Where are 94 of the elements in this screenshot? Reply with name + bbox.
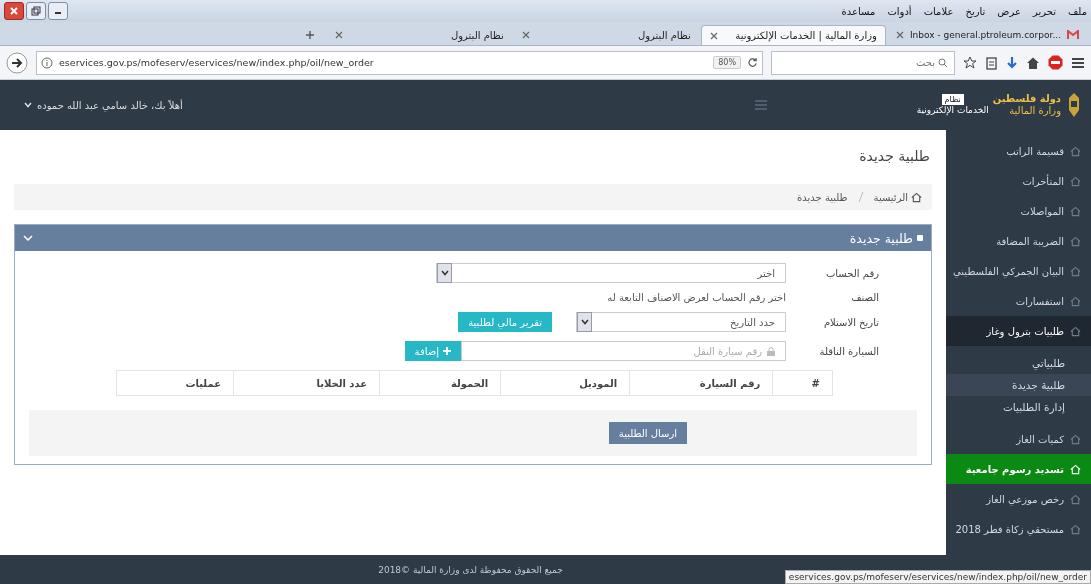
menu-item[interactable]: ملف [1067,5,1087,17]
star-icon[interactable] [963,55,977,70]
home-icon [911,191,922,203]
home-icon [1070,463,1081,475]
dropdown-icon [580,319,589,325]
submit-button[interactable]: ارسال الطلبية [608,422,687,444]
sidebar-item[interactable]: الضريبة المضافة [946,226,1091,256]
minimize-button[interactable] [48,2,68,20]
stop-sign-icon[interactable] [1048,55,1063,70]
menu-item[interactable]: تحرير [1032,5,1056,17]
menu-icon[interactable] [1071,56,1085,69]
field-label: السيارة الناقلة [818,345,879,357]
url-field[interactable]: eservices.gov.ps/mofeserv/eservices/new/index.php/oil/new_order [59,57,708,68]
status-url: eservices.gov.ps/mofeserv/eservices/new/index.php/oil/new_order [784,570,1091,584]
home-icon[interactable] [1026,55,1040,70]
dropdown-icon [440,270,449,276]
hint-text: اختر رقم الحساب لعرض الاصناف التابعة له [607,292,786,303]
sidebar-item[interactable]: البيان الجمركي الفلسطيني [946,256,1091,286]
browser-tab[interactable]: نظام البترول [513,25,699,45]
info-icon[interactable] [41,56,53,69]
search-field[interactable]: بحث [771,50,955,75]
logo-text: وزارة المالية [1008,105,1061,117]
field-label: تاريخ الاستلام [822,316,879,328]
sidebar-item[interactable]: تسديد رسوم جامعية [946,454,1091,484]
search-icon [938,57,948,68]
new-tab-icon[interactable] [304,30,315,40]
sidebar-item[interactable]: استفسارات [946,286,1091,316]
restore-button[interactable] [26,2,46,20]
restore-icon [31,6,41,16]
plus-icon [443,347,451,355]
menu-item[interactable]: عرض [997,5,1021,17]
download-icon[interactable] [1006,55,1018,70]
home-icon [1070,325,1081,337]
sidebar-subitem[interactable]: إدارة الطلبيات [946,396,1091,418]
browser-tab[interactable]: نظام البترول [326,25,512,45]
logo-text: دولة فلسطين [992,93,1061,105]
column-header: # [772,370,833,396]
square-icon [917,235,923,241]
home-icon [1070,295,1081,307]
sidebar-item[interactable]: طلبيات بترول وغاز [946,316,1091,346]
column-header: الموديل [500,370,630,396]
mail-icon [1067,30,1079,40]
browser-tab[interactable]: Inbox - general.ptroleum.corpor... [887,25,1087,45]
close-button[interactable] [4,2,24,20]
home-icon [1070,433,1081,445]
sidebar-item[interactable]: المواصلات [946,196,1091,226]
home-icon [1070,493,1081,505]
sidebar-subitem[interactable]: طلبياتي [946,352,1091,374]
sidebar-item[interactable]: قسيمة الراتب [946,136,1091,166]
close-icon [9,6,19,16]
chevron-icon[interactable] [23,234,33,242]
close-icon[interactable] [895,31,904,39]
reload-icon[interactable] [747,57,758,68]
breadcrumb-link[interactable]: الرئيسية [873,191,922,203]
column-header: الحمولة [379,370,501,396]
logo-subtitle: الخدمات الإلكترونية [916,105,989,116]
back-icon[interactable] [6,51,28,74]
browser-tab[interactable]: وزارة المالية | الخدمات الإلكترونية [700,25,886,45]
home-icon [1070,175,1081,187]
close-icon[interactable] [334,31,343,39]
column-header: عدد الخلايا [233,370,380,396]
close-icon[interactable] [709,31,718,40]
sidebar-subitem[interactable]: طلبية جديدة [946,374,1091,396]
home-icon [1070,265,1081,277]
close-icon[interactable] [521,31,530,39]
home-icon [1070,523,1081,535]
select-field[interactable]: حدد التاريخ [576,312,786,332]
sidebar-item[interactable]: رخص موزعي الغاز [946,484,1091,514]
menu-item[interactable]: مساعدة [841,5,876,17]
menu-item[interactable]: أدوات [887,5,912,17]
menu-item[interactable]: تاريخ [965,5,986,17]
user-greeting[interactable]: أهلاً بك، خالد سامي عبد الله حموده [37,99,183,111]
home-icon [1070,145,1081,157]
sidebar-item[interactable]: كميات الغاز [946,424,1091,454]
sidebar-item[interactable]: مستحقي زكاة فطر 2018 [946,514,1091,544]
copyright-text: جميع الحقوق محفوظة لدى وزارة المالية ©2018 [378,565,563,575]
panel-title: طلبية جديدة [849,230,913,246]
field-label: الصنف [850,292,879,303]
clipboard-icon[interactable] [985,55,998,70]
field-label: رقم الحساب [824,267,879,279]
home-icon [1070,235,1081,247]
home-icon [1070,205,1081,217]
breadcrumb-current: طلبية جديدة [797,191,848,203]
logo-badge: نظام [941,94,964,105]
select-field[interactable]: اختر [436,263,786,283]
breadcrumb-separator [857,192,864,202]
column-header: عمليات [116,370,234,396]
page-title: طلبية جديدة [858,148,930,164]
zoom-level[interactable]: 80% [713,56,741,69]
lock-icon [767,346,775,356]
caret-icon [24,102,32,108]
menu-item[interactable]: علامات [923,5,954,17]
sidebar-item[interactable]: المتأخرات [946,166,1091,196]
column-header: رقم السيارة [629,370,773,396]
